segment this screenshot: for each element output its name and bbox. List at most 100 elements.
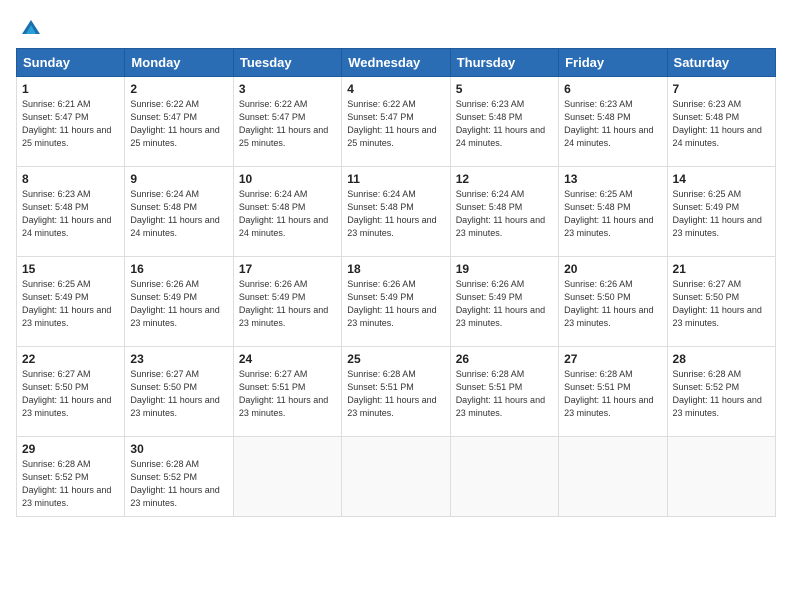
day-number: 19 bbox=[456, 262, 553, 276]
day-info: Sunrise: 6:25 AM Sunset: 5:48 PM Dayligh… bbox=[564, 188, 661, 240]
day-info: Sunrise: 6:23 AM Sunset: 5:48 PM Dayligh… bbox=[22, 188, 119, 240]
calendar-cell bbox=[342, 437, 450, 517]
calendar-cell: 21 Sunrise: 6:27 AM Sunset: 5:50 PM Dayli… bbox=[667, 257, 775, 347]
calendar-cell: 7 Sunrise: 6:23 AM Sunset: 5:48 PM Daylig… bbox=[667, 77, 775, 167]
day-number: 9 bbox=[130, 172, 227, 186]
calendar-cell: 17Sunrise: 6:26 AM Sunset: 5:49 PM Dayli… bbox=[233, 257, 341, 347]
day-info: Sunrise: 6:27 AM Sunset: 5:50 PM Dayligh… bbox=[22, 368, 119, 420]
calendar-cell: 6 Sunrise: 6:23 AM Sunset: 5:48 PM Daylig… bbox=[559, 77, 667, 167]
weekday-header-monday: Monday bbox=[125, 49, 233, 77]
calendar-cell: 23 Sunrise: 6:27 AM Sunset: 5:50 PM Dayli… bbox=[125, 347, 233, 437]
day-number: 22 bbox=[22, 352, 119, 366]
calendar-cell bbox=[559, 437, 667, 517]
calendar-cell: 9 Sunrise: 6:24 AM Sunset: 5:48 PM Daylig… bbox=[125, 167, 233, 257]
day-info: Sunrise: 6:25 AM Sunset: 5:49 PM Dayligh… bbox=[673, 188, 770, 240]
calendar-week-row: 22 Sunrise: 6:27 AM Sunset: 5:50 PM Dayli… bbox=[17, 347, 776, 437]
day-info: Sunrise: 6:23 AM Sunset: 5:48 PM Dayligh… bbox=[456, 98, 553, 150]
calendar-cell: 26 Sunrise: 6:28 AM Sunset: 5:51 PM Dayli… bbox=[450, 347, 558, 437]
day-info: Sunrise: 6:23 AM Sunset: 5:48 PM Dayligh… bbox=[564, 98, 661, 150]
calendar-week-row: 15 Sunrise: 6:25 AM Sunset: 5:49 PM Dayli… bbox=[17, 257, 776, 347]
calendar-cell: 12Sunrise: 6:24 AM Sunset: 5:48 PM Dayli… bbox=[450, 167, 558, 257]
day-info: Sunrise: 6:27 AM Sunset: 5:50 PM Dayligh… bbox=[673, 278, 770, 330]
calendar-cell: 19 Sunrise: 6:26 AM Sunset: 5:49 PM Dayli… bbox=[450, 257, 558, 347]
calendar-cell: 30 Sunrise: 6:28 AM Sunset: 5:52 PM Dayli… bbox=[125, 437, 233, 517]
calendar-cell: 22 Sunrise: 6:27 AM Sunset: 5:50 PM Dayli… bbox=[17, 347, 125, 437]
day-number: 14 bbox=[673, 172, 770, 186]
day-info: Sunrise: 6:21 AM Sunset: 5:47 PM Dayligh… bbox=[22, 98, 119, 150]
day-number: 25 bbox=[347, 352, 444, 366]
calendar-cell: 25Sunrise: 6:28 AM Sunset: 5:51 PM Dayli… bbox=[342, 347, 450, 437]
day-number: 16 bbox=[130, 262, 227, 276]
day-number: 29 bbox=[22, 442, 119, 456]
weekday-header-row: SundayMondayTuesdayWednesdayThursdayFrid… bbox=[17, 49, 776, 77]
day-info: Sunrise: 6:26 AM Sunset: 5:50 PM Dayligh… bbox=[564, 278, 661, 330]
calendar-cell: 4Sunrise: 6:22 AM Sunset: 5:47 PM Daylig… bbox=[342, 77, 450, 167]
weekday-header-thursday: Thursday bbox=[450, 49, 558, 77]
day-number: 5 bbox=[456, 82, 553, 96]
calendar-cell: 8 Sunrise: 6:23 AM Sunset: 5:48 PM Daylig… bbox=[17, 167, 125, 257]
calendar-cell: 18Sunrise: 6:26 AM Sunset: 5:49 PM Dayli… bbox=[342, 257, 450, 347]
calendar-cell: 24Sunrise: 6:27 AM Sunset: 5:51 PM Dayli… bbox=[233, 347, 341, 437]
calendar-cell: 29 Sunrise: 6:28 AM Sunset: 5:52 PM Dayli… bbox=[17, 437, 125, 517]
calendar-cell: 27 Sunrise: 6:28 AM Sunset: 5:51 PM Dayli… bbox=[559, 347, 667, 437]
day-info: Sunrise: 6:28 AM Sunset: 5:51 PM Dayligh… bbox=[564, 368, 661, 420]
calendar-cell: 15 Sunrise: 6:25 AM Sunset: 5:49 PM Dayli… bbox=[17, 257, 125, 347]
day-info: Sunrise: 6:27 AM Sunset: 5:50 PM Dayligh… bbox=[130, 368, 227, 420]
day-number: 17 bbox=[239, 262, 336, 276]
day-number: 15 bbox=[22, 262, 119, 276]
calendar-cell: 16Sunrise: 6:26 AM Sunset: 5:49 PM Dayli… bbox=[125, 257, 233, 347]
day-number: 10 bbox=[239, 172, 336, 186]
day-number: 6 bbox=[564, 82, 661, 96]
day-info: Sunrise: 6:28 AM Sunset: 5:52 PM Dayligh… bbox=[130, 458, 227, 510]
calendar-week-row: 1 Sunrise: 6:21 AM Sunset: 5:47 PM Daylig… bbox=[17, 77, 776, 167]
day-number: 30 bbox=[130, 442, 227, 456]
calendar-cell: 13 Sunrise: 6:25 AM Sunset: 5:48 PM Dayli… bbox=[559, 167, 667, 257]
calendar-cell: 5 Sunrise: 6:23 AM Sunset: 5:48 PM Daylig… bbox=[450, 77, 558, 167]
calendar-cell: 10 Sunrise: 6:24 AM Sunset: 5:48 PM Dayli… bbox=[233, 167, 341, 257]
day-info: Sunrise: 6:22 AM Sunset: 5:47 PM Dayligh… bbox=[347, 98, 444, 150]
day-number: 23 bbox=[130, 352, 227, 366]
day-number: 28 bbox=[673, 352, 770, 366]
calendar-table: SundayMondayTuesdayWednesdayThursdayFrid… bbox=[16, 48, 776, 517]
day-number: 13 bbox=[564, 172, 661, 186]
calendar-cell bbox=[667, 437, 775, 517]
calendar-cell: 11Sunrise: 6:24 AM Sunset: 5:48 PM Dayli… bbox=[342, 167, 450, 257]
day-info: Sunrise: 6:22 AM Sunset: 5:47 PM Dayligh… bbox=[239, 98, 336, 150]
day-info: Sunrise: 6:28 AM Sunset: 5:52 PM Dayligh… bbox=[22, 458, 119, 510]
day-number: 18 bbox=[347, 262, 444, 276]
day-number: 3 bbox=[239, 82, 336, 96]
day-number: 1 bbox=[22, 82, 119, 96]
day-info: Sunrise: 6:25 AM Sunset: 5:49 PM Dayligh… bbox=[22, 278, 119, 330]
calendar-cell: 28 Sunrise: 6:28 AM Sunset: 5:52 PM Dayli… bbox=[667, 347, 775, 437]
day-number: 8 bbox=[22, 172, 119, 186]
day-info: Sunrise: 6:26 AM Sunset: 5:49 PM Dayligh… bbox=[456, 278, 553, 330]
day-info: Sunrise: 6:23 AM Sunset: 5:48 PM Dayligh… bbox=[673, 98, 770, 150]
logo bbox=[16, 16, 44, 38]
day-number: 21 bbox=[673, 262, 770, 276]
logo-icon bbox=[20, 16, 42, 38]
day-number: 24 bbox=[239, 352, 336, 366]
weekday-header-friday: Friday bbox=[559, 49, 667, 77]
calendar-cell: 20 Sunrise: 6:26 AM Sunset: 5:50 PM Dayli… bbox=[559, 257, 667, 347]
day-number: 11 bbox=[347, 172, 444, 186]
calendar-cell bbox=[233, 437, 341, 517]
weekday-header-saturday: Saturday bbox=[667, 49, 775, 77]
calendar-cell: 2Sunrise: 6:22 AM Sunset: 5:47 PM Daylig… bbox=[125, 77, 233, 167]
weekday-header-tuesday: Tuesday bbox=[233, 49, 341, 77]
calendar-cell: 1 Sunrise: 6:21 AM Sunset: 5:47 PM Daylig… bbox=[17, 77, 125, 167]
calendar-cell: 14 Sunrise: 6:25 AM Sunset: 5:49 PM Dayli… bbox=[667, 167, 775, 257]
page-header bbox=[16, 16, 776, 38]
day-number: 12 bbox=[456, 172, 553, 186]
day-number: 20 bbox=[564, 262, 661, 276]
day-info: Sunrise: 6:28 AM Sunset: 5:52 PM Dayligh… bbox=[673, 368, 770, 420]
day-number: 7 bbox=[673, 82, 770, 96]
day-info: Sunrise: 6:24 AM Sunset: 5:48 PM Dayligh… bbox=[239, 188, 336, 240]
day-number: 26 bbox=[456, 352, 553, 366]
calendar-cell bbox=[450, 437, 558, 517]
day-number: 27 bbox=[564, 352, 661, 366]
day-number: 2 bbox=[130, 82, 227, 96]
day-info: Sunrise: 6:28 AM Sunset: 5:51 PM Dayligh… bbox=[456, 368, 553, 420]
calendar-week-row: 29 Sunrise: 6:28 AM Sunset: 5:52 PM Dayli… bbox=[17, 437, 776, 517]
calendar-week-row: 8 Sunrise: 6:23 AM Sunset: 5:48 PM Daylig… bbox=[17, 167, 776, 257]
day-info: Sunrise: 6:24 AM Sunset: 5:48 PM Dayligh… bbox=[130, 188, 227, 240]
